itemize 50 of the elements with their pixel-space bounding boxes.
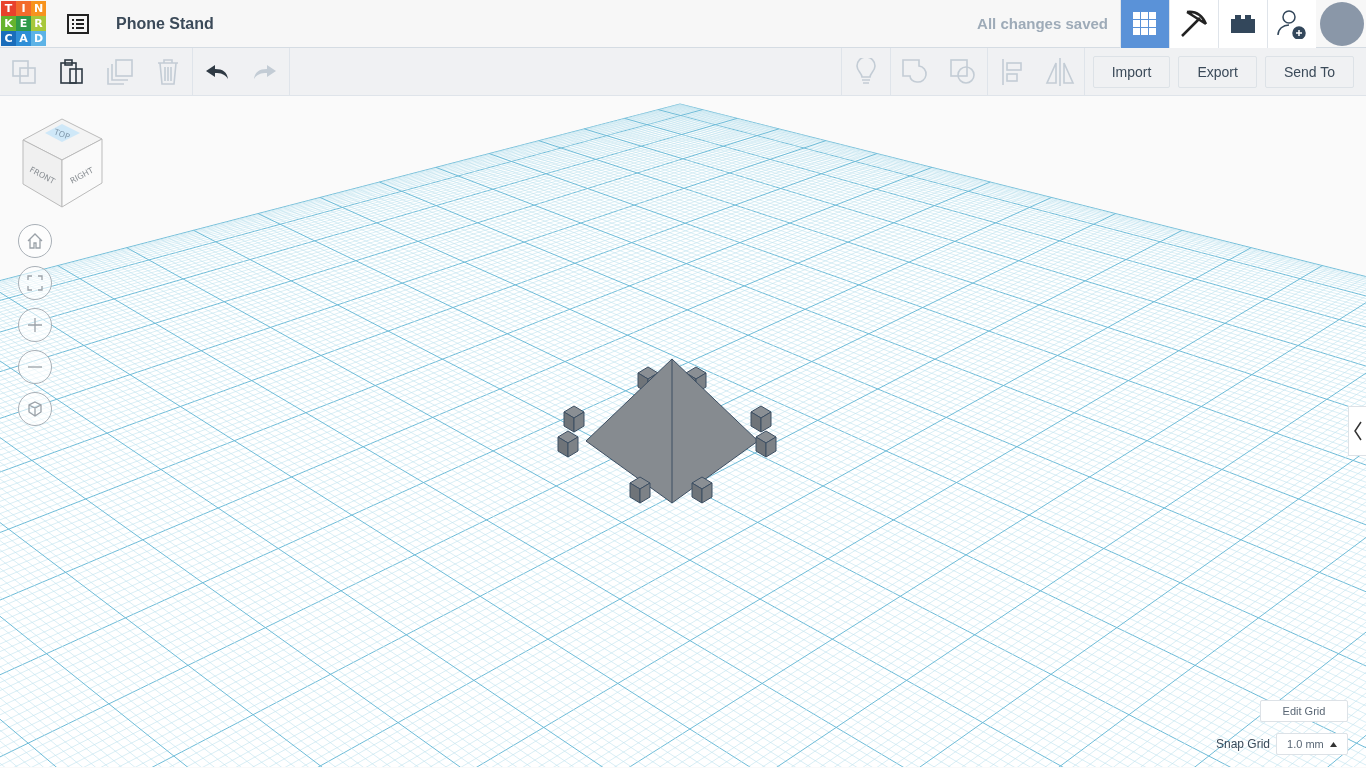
snap-grid-label: Snap Grid bbox=[1216, 737, 1271, 751]
brick-icon bbox=[1229, 13, 1257, 34]
pickaxe-view-button[interactable] bbox=[1169, 0, 1218, 48]
perspective-button[interactable] bbox=[18, 392, 52, 426]
logo-letter: E bbox=[16, 16, 31, 31]
invite-user-button[interactable] bbox=[1267, 0, 1316, 48]
mirror-icon bbox=[1044, 56, 1075, 87]
group-icon bbox=[901, 58, 928, 85]
zoom-in-button[interactable] bbox=[18, 308, 52, 342]
lightbulb-icon bbox=[855, 57, 876, 86]
grid-icon bbox=[1133, 11, 1157, 36]
toolbar-button[interactable]: Import bbox=[1092, 55, 1171, 88]
design-title[interactable]: Phone Stand bbox=[116, 14, 214, 33]
save-status: All changes saved bbox=[977, 15, 1108, 32]
logo-letter: A bbox=[16, 31, 31, 46]
fit-view-icon bbox=[27, 275, 43, 291]
pickaxe-icon bbox=[1179, 8, 1209, 39]
snap-grid-dropdown[interactable]: 1.0 mm bbox=[1276, 733, 1348, 755]
trash-icon bbox=[157, 58, 179, 85]
edit-grid-button[interactable]: Edit Grid bbox=[1260, 700, 1348, 722]
home-button[interactable] bbox=[18, 224, 52, 258]
minus-icon bbox=[27, 366, 43, 368]
undo-icon bbox=[205, 63, 229, 80]
copy-icon bbox=[12, 59, 36, 84]
logo[interactable]: T I N K E R C A D bbox=[1, 1, 46, 46]
redo-icon bbox=[253, 63, 277, 80]
logo-letter: D bbox=[31, 31, 46, 46]
chevron-left-icon bbox=[1353, 421, 1362, 441]
list-icon bbox=[67, 13, 89, 34]
logo-letter: R bbox=[31, 16, 46, 31]
brick-view-button[interactable] bbox=[1218, 0, 1267, 48]
add-user-icon bbox=[1277, 8, 1307, 39]
toolbar-button[interactable]: Export bbox=[1178, 55, 1257, 88]
toolbar-button[interactable]: Send To bbox=[1264, 55, 1354, 88]
logo-letter: C bbox=[1, 31, 16, 46]
align-icon bbox=[1000, 57, 1023, 86]
ungroup-icon bbox=[949, 58, 976, 85]
logo-letter: K bbox=[1, 16, 16, 31]
home-icon bbox=[27, 233, 43, 249]
zoom-out-button[interactable] bbox=[18, 350, 52, 384]
plus-icon bbox=[27, 317, 43, 333]
logo-letter: N bbox=[31, 1, 46, 16]
panel-toggle-button[interactable] bbox=[1348, 406, 1366, 456]
logo-letter: I bbox=[16, 1, 31, 16]
duplicate-icon bbox=[107, 58, 133, 85]
cube-icon bbox=[27, 401, 43, 417]
clipboard-icon bbox=[60, 58, 84, 85]
logo-letter: T bbox=[1, 1, 16, 16]
fit-button[interactable] bbox=[18, 266, 52, 300]
caret-up-icon bbox=[1329, 741, 1337, 747]
